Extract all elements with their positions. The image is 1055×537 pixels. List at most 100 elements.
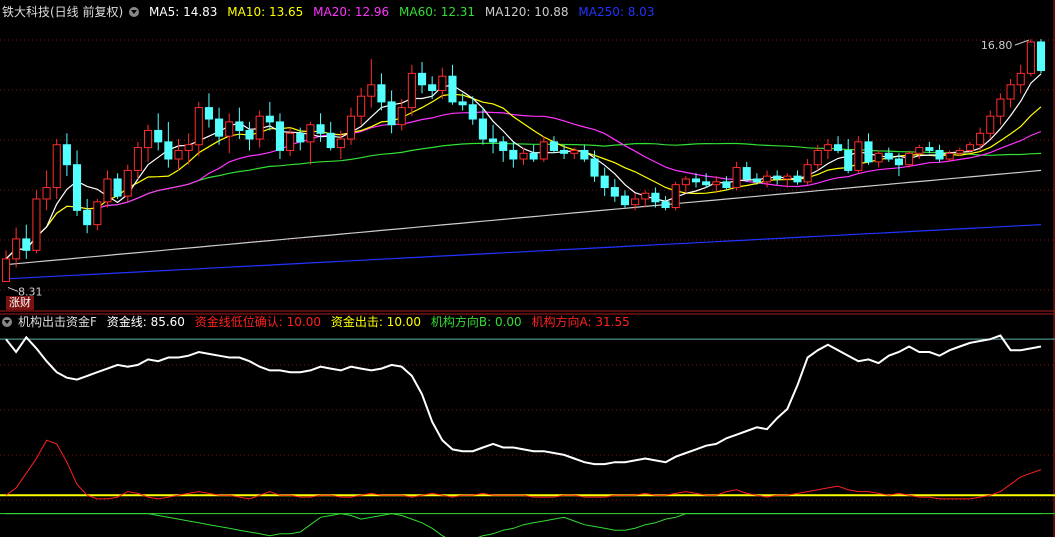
grid-lines — [0, 0, 1055, 537]
ma250-line — [5, 224, 1042, 280]
candle-body-up — [225, 121, 234, 137]
ma120-line — [5, 169, 1042, 266]
high-price-arrow — [1014, 39, 1030, 46]
candle-body-up — [123, 169, 132, 197]
inst-a-label: 机构方向A: 31.55 — [531, 315, 630, 329]
candle-body-up — [631, 198, 640, 206]
candle-body-up — [712, 181, 721, 186]
inst-b-line — [6, 513, 1041, 537]
candle-body-down — [691, 178, 701, 183]
candle-body-up — [336, 138, 345, 149]
candle-body-down — [22, 238, 31, 251]
candle-body-up — [306, 124, 315, 143]
candle-body-up — [539, 141, 548, 160]
candle-body-down — [235, 121, 244, 131]
candle-body-down — [458, 101, 467, 106]
candle-body-up — [955, 149, 964, 154]
candle-body-down — [72, 164, 82, 211]
candle-body-up — [255, 115, 264, 140]
candle-body-down — [296, 132, 305, 143]
candle-body-up — [52, 144, 61, 189]
candle-body-down — [560, 149, 569, 154]
candle-body-down — [316, 124, 325, 134]
candle-body-down — [661, 201, 670, 209]
candle-body-up — [641, 192, 650, 200]
candle-body-down — [448, 75, 457, 103]
ma5-line — [5, 73, 1042, 260]
candle-body-down — [935, 149, 944, 160]
candle-body-down — [864, 141, 873, 163]
candle-body-up — [986, 115, 995, 134]
ma120-label: MA120: 10.88 — [484, 5, 569, 19]
candle-body-down — [326, 132, 335, 149]
candle-body-down — [499, 141, 508, 151]
candle-body-down — [377, 84, 386, 103]
candle-body-down — [834, 144, 843, 151]
candle-body-down — [509, 149, 518, 160]
fund-strike-label: 资金出击: 10.00 — [330, 315, 422, 329]
candle-body-up — [905, 152, 914, 166]
price-panel-header: 铁大科技(日线 前复权) MA5: 14.83 MA10: 13.65 MA20… — [2, 3, 660, 21]
candle-body-down — [154, 129, 163, 143]
candle-body-up — [671, 184, 680, 209]
candle-body-down — [722, 181, 731, 189]
candle-body-up — [397, 107, 406, 126]
candle-body-down — [489, 138, 498, 143]
candle-body-up — [32, 198, 41, 251]
dropdown-circle-icon[interactable] — [2, 317, 12, 327]
candle-body-down — [164, 141, 173, 160]
indicator-series — [0, 334, 1055, 537]
candle-body-up — [174, 149, 183, 160]
candle-body-down — [651, 192, 660, 203]
moving-average-lines — [5, 73, 1042, 280]
candle-body-down — [265, 115, 274, 123]
high-price-label: 16.80 — [981, 39, 1013, 52]
candle-body-down — [742, 167, 751, 180]
candle-body-down — [844, 149, 853, 171]
candle-body-up — [346, 115, 356, 140]
candle-body-up — [184, 144, 193, 151]
candle-body-down — [884, 152, 893, 160]
candle-body-up — [823, 144, 832, 151]
candle-body-down — [275, 121, 285, 151]
dropdown-circle-icon[interactable] — [129, 7, 140, 17]
candle-body-up — [976, 132, 985, 146]
candle-body-up — [965, 144, 975, 151]
zhangcai-badge[interactable]: 涨财 — [6, 296, 34, 310]
low-price-arrow — [7, 286, 19, 292]
indicator-title: 机构出击资金F — [18, 315, 97, 329]
candle-body-down — [387, 101, 396, 126]
money-line — [5, 334, 1042, 466]
candle-body-up — [1016, 72, 1025, 86]
candle-body-up — [854, 141, 863, 171]
candle-body-down — [478, 118, 487, 140]
price-annotations: 16.808.31 — [7, 39, 1030, 298]
inst-b-label: 机构方向B: 0.00 — [430, 315, 522, 329]
candle-body-up — [144, 129, 153, 149]
ma250-label: MA250: 8.03 — [578, 5, 655, 19]
candle-body-up — [732, 167, 741, 189]
candle-body-down — [600, 175, 609, 189]
candle-body-down — [925, 147, 934, 151]
ma10-line — [5, 93, 1042, 260]
candle-body-down — [204, 107, 213, 120]
candle-body-down — [113, 178, 122, 197]
candle-body-down — [215, 118, 224, 137]
candle-body-down — [549, 141, 558, 151]
ma5-label: MA5: 14.83 — [149, 5, 218, 19]
candle-body-up — [681, 178, 690, 186]
candle-body-up — [133, 147, 142, 171]
candle-body-up — [519, 152, 528, 160]
candle-body-down — [580, 149, 589, 160]
money-line-label: 资金线: 85.60 — [106, 315, 185, 329]
candle-body-down — [245, 129, 254, 140]
candle-body-down — [894, 158, 903, 166]
candle-body-up — [286, 132, 295, 151]
candle-body-up — [945, 152, 954, 160]
stock-title: 铁大科技(日线 前复权) — [2, 5, 124, 19]
candle-body-down — [83, 209, 92, 226]
candle-body-up — [367, 84, 376, 97]
candle-body-up — [783, 175, 792, 180]
candle-body-up — [12, 238, 21, 260]
candle-body-down — [468, 104, 477, 120]
